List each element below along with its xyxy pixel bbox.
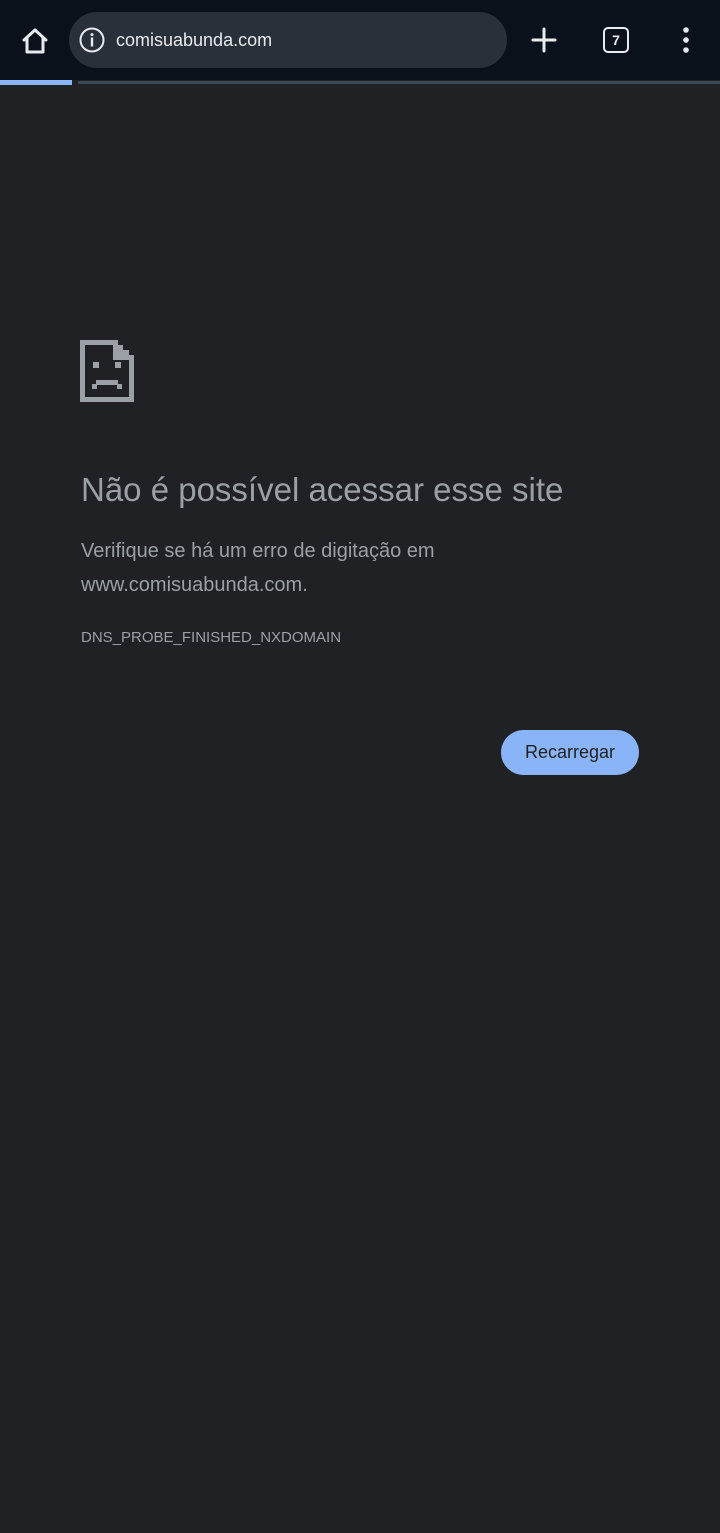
home-icon [22,28,48,54]
page-load-progress [0,80,720,85]
error-description: Verifique se há um erro de digitação em … [81,540,435,596]
error-title: Não é possível acessar esse site [81,471,564,508]
url-text[interactable]: comisuabunda.com [116,12,272,68]
menu-button[interactable] [664,18,708,62]
more-vert-icon [683,27,689,53]
new-tab-button[interactable] [522,18,566,62]
info-icon[interactable] [79,27,105,53]
progress-remaining [78,81,720,84]
plus-icon [531,27,557,53]
home-button[interactable] [12,18,58,64]
sad-file-icon [80,340,134,402]
tab-switcher-icon: 7 [603,27,629,53]
tab-count: 7 [612,32,620,48]
error-code: DNS_PROBE_FINISHED_NXDOMAIN [81,629,342,646]
reload-button[interactable]: Recarregar [501,730,639,775]
progress-fill [0,80,72,85]
browser-toolbar: comisuabunda.com 7 [0,0,720,80]
tab-switcher-button[interactable]: 7 [594,18,638,62]
address-bar[interactable]: comisuabunda.com [69,12,507,68]
